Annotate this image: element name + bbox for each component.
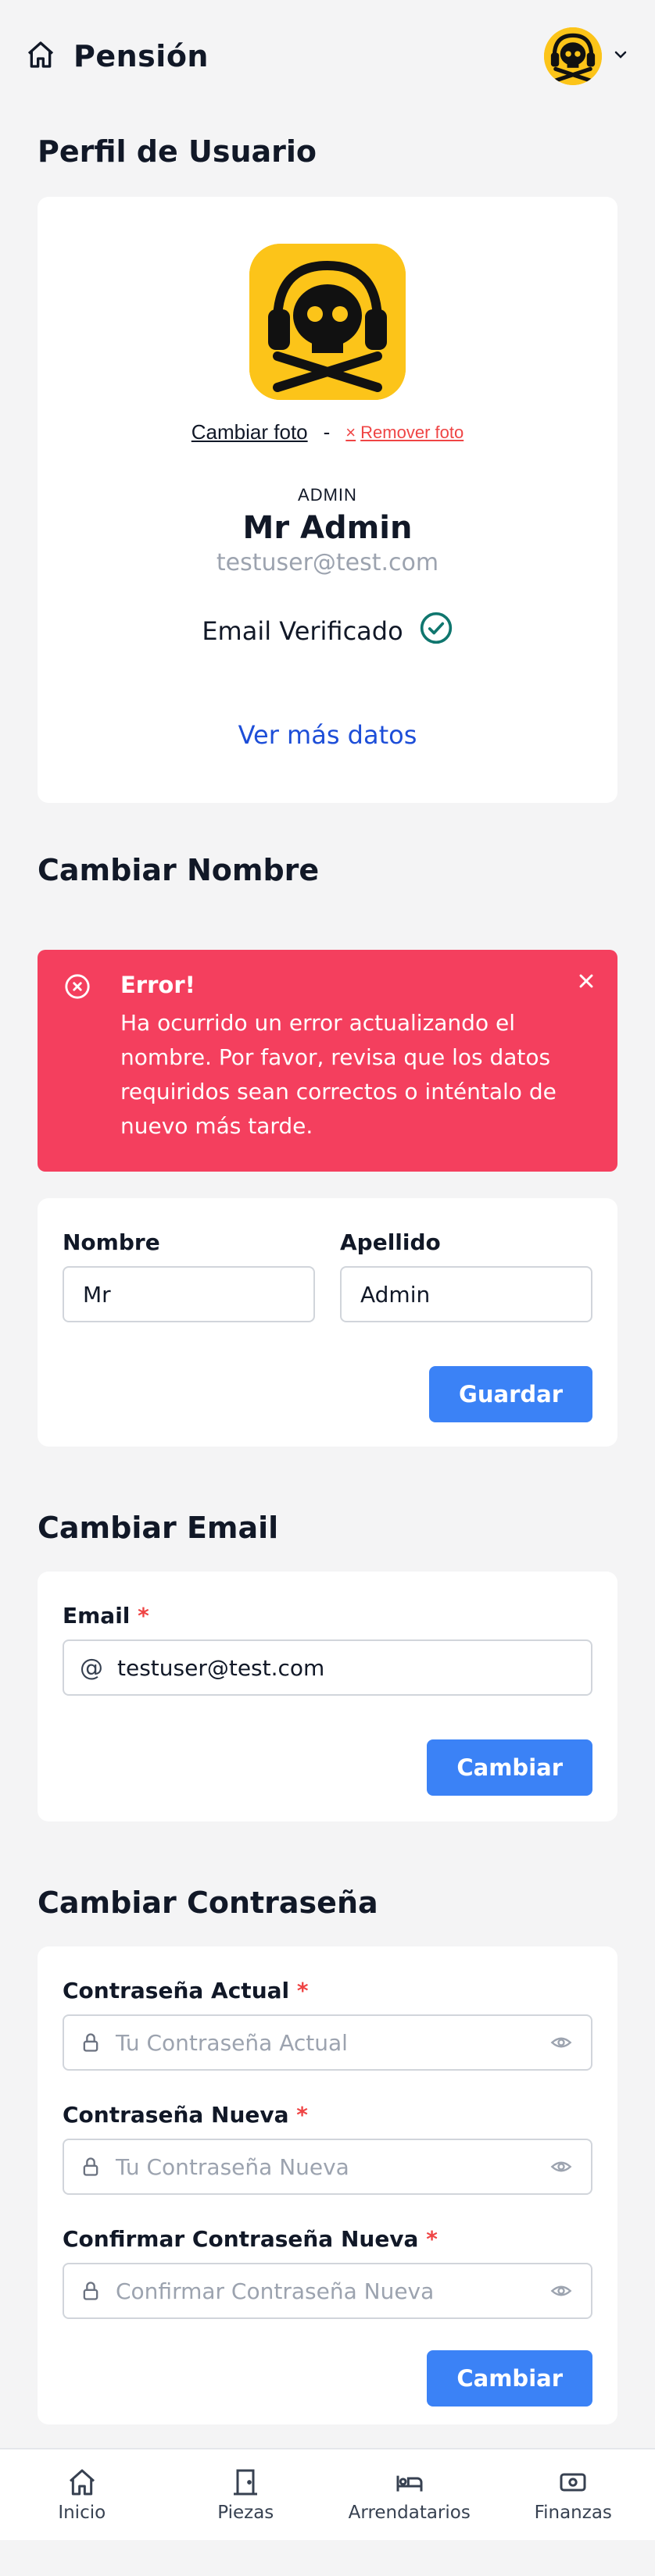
eye-icon[interactable] bbox=[550, 2280, 572, 2302]
email-verified-status: Email Verificado bbox=[202, 611, 453, 651]
required-mark: * bbox=[426, 2226, 438, 2252]
nav-label: Piezas bbox=[217, 2503, 274, 2523]
at-icon: @ bbox=[80, 1654, 103, 1682]
separator: - bbox=[323, 420, 331, 444]
lock-icon bbox=[83, 2282, 98, 2300]
required-mark: * bbox=[296, 2102, 308, 2128]
eye-icon[interactable] bbox=[550, 2156, 572, 2178]
error-circle-icon bbox=[65, 974, 90, 999]
nav-item-arrendatarios[interactable]: Arrendatarios bbox=[328, 2449, 492, 2540]
first-name-field[interactable]: Mr bbox=[63, 1266, 315, 1322]
change-email-card: Email * @ testuser@test.com Cambiar bbox=[38, 1572, 617, 1821]
email-label-text: Email bbox=[63, 1603, 131, 1629]
close-icon[interactable] bbox=[575, 970, 597, 992]
home-icon[interactable] bbox=[25, 39, 56, 73]
app-title: Pensión bbox=[73, 39, 209, 73]
profile-card: Cambiar foto - × Remover foto ADMIN Mr A… bbox=[38, 197, 617, 803]
new-password-label-text: Contraseña Nueva bbox=[63, 2102, 289, 2128]
change-name-card: Nombre Mr Apellido Admin Guardar bbox=[38, 1198, 617, 1447]
nav-label: Arrendatarios bbox=[348, 2503, 471, 2523]
lock-icon bbox=[83, 2033, 98, 2052]
photo-actions: Cambiar foto - × Remover foto bbox=[191, 420, 464, 444]
new-password-placeholder: Tu Contraseña Nueva bbox=[116, 2153, 349, 2180]
user-menu[interactable] bbox=[544, 27, 630, 85]
error-alert: Error! Ha ocurrido un error actualizando… bbox=[38, 950, 617, 1172]
user-role: ADMIN bbox=[298, 485, 357, 505]
change-name-title: Cambiar Nombre bbox=[38, 853, 320, 887]
nav-item-finanzas[interactable]: Finanzas bbox=[492, 2449, 655, 2540]
user-full-name: Mr Admin bbox=[242, 510, 413, 546]
change-photo-link[interactable]: Cambiar foto bbox=[191, 420, 308, 444]
current-password-placeholder: Tu Contraseña Actual bbox=[116, 2029, 348, 2056]
new-password-field[interactable]: Tu Contraseña Nueva bbox=[63, 2139, 592, 2195]
new-password-label: Contraseña Nueva * bbox=[63, 2102, 592, 2128]
bed-icon bbox=[396, 2475, 423, 2492]
chevron-down-icon[interactable] bbox=[611, 45, 630, 67]
remove-photo-label: Remover foto bbox=[360, 422, 464, 442]
current-password-label: Contraseña Actual * bbox=[63, 1978, 592, 2003]
more-data-link[interactable]: Ver más datos bbox=[238, 720, 417, 750]
email-label: Email * bbox=[63, 1603, 592, 1629]
user-email: testuser@test.com bbox=[216, 549, 439, 576]
nav-label: Inicio bbox=[58, 2503, 106, 2523]
change-email-button[interactable]: Cambiar bbox=[427, 1739, 592, 1796]
check-circle-icon bbox=[419, 611, 453, 651]
nav-label: Finanzas bbox=[534, 2503, 612, 2523]
app-header: Pensión bbox=[0, 0, 655, 112]
change-password-button[interactable]: Cambiar bbox=[427, 2350, 592, 2407]
current-password-field[interactable]: Tu Contraseña Actual bbox=[63, 2014, 592, 2071]
confirm-password-placeholder: Confirmar Contraseña Nueva bbox=[116, 2278, 435, 2304]
first-name-label: Nombre bbox=[63, 1229, 160, 1255]
confirm-password-field[interactable]: Confirmar Contraseña Nueva bbox=[63, 2263, 592, 2319]
eye-icon[interactable] bbox=[550, 2032, 572, 2053]
required-mark: * bbox=[296, 1978, 309, 2003]
home-icon bbox=[69, 2469, 95, 2496]
last-name-field[interactable]: Admin bbox=[340, 1266, 592, 1322]
remove-photo-link[interactable]: × Remover foto bbox=[345, 423, 464, 443]
skull-headphones-icon bbox=[544, 27, 602, 85]
cash-icon bbox=[560, 2473, 586, 2492]
profile-avatar bbox=[249, 244, 406, 400]
nav-item-inicio[interactable]: Inicio bbox=[0, 2449, 164, 2540]
required-mark: * bbox=[138, 1603, 149, 1629]
verified-label: Email Verificado bbox=[202, 616, 403, 646]
current-password-label-text: Contraseña Actual bbox=[63, 1978, 290, 2003]
change-password-title: Cambiar Contraseña bbox=[38, 1886, 378, 1920]
alert-message: Ha ocurrido un error actualizando el nom… bbox=[120, 1010, 557, 1139]
close-icon: × bbox=[345, 422, 356, 442]
email-field-value: testuser@test.com bbox=[117, 1654, 325, 1681]
email-field[interactable]: @ testuser@test.com bbox=[63, 1639, 592, 1696]
brand[interactable]: Pensión bbox=[25, 39, 209, 73]
change-email-title: Cambiar Email bbox=[38, 1511, 279, 1545]
profile-section-title: Perfil de Usuario bbox=[38, 134, 317, 169]
skull-headphones-icon bbox=[249, 244, 406, 400]
confirm-password-label: Confirmar Contraseña Nueva * bbox=[63, 2226, 592, 2252]
alert-title: Error! bbox=[120, 972, 195, 998]
confirm-password-label-text: Confirmar Contraseña Nueva bbox=[63, 2226, 419, 2252]
bottom-nav: Inicio Piezas Arrendatarios Finanzas bbox=[0, 2448, 655, 2540]
nav-item-piezas[interactable]: Piezas bbox=[164, 2449, 328, 2540]
save-name-button[interactable]: Guardar bbox=[429, 1366, 592, 1422]
lock-icon bbox=[83, 2157, 98, 2176]
door-icon bbox=[234, 2469, 258, 2496]
change-password-card: Contraseña Actual * Tu Contraseña Actual… bbox=[38, 1946, 617, 2424]
avatar[interactable] bbox=[544, 27, 602, 85]
last-name-label: Apellido bbox=[340, 1229, 441, 1255]
